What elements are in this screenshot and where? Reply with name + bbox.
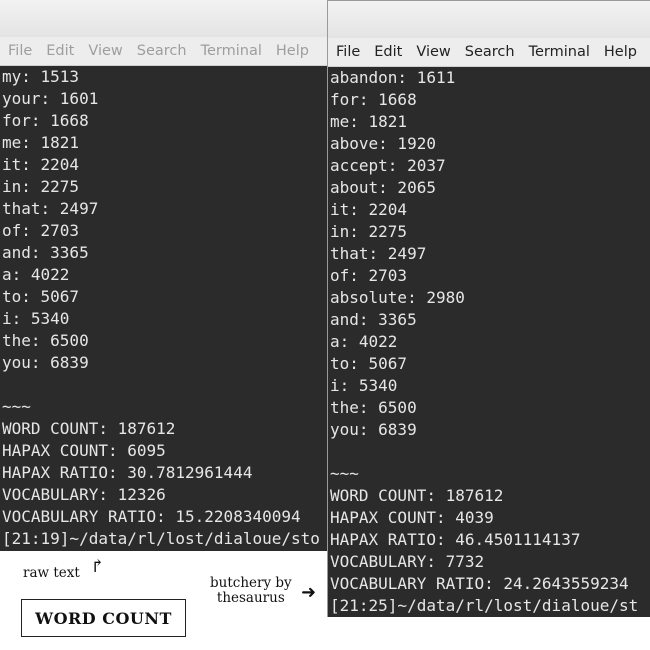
butchery-label: butchery by thesaurus [210, 576, 292, 606]
right-terminal-line: to: 5067 [330, 354, 408, 373]
right-terminal-line: above: 1920 [330, 134, 436, 153]
right-terminal-line: VOCABULARY RATIO: 24.2643559234 [330, 574, 629, 593]
left-terminal-line: that: 2497 [2, 199, 99, 218]
right-menu-edit[interactable]: Edit [374, 44, 402, 60]
right-terminal-line: HAPAX RATIO: 46.4501114137 [330, 530, 581, 549]
right-menu-terminal[interactable]: Terminal [529, 44, 590, 60]
left-menu-view[interactable]: View [88, 43, 122, 59]
right-terminal-window[interactable]: File Edit View Search Terminal Help abandon: … [327, 0, 650, 617]
left-terminal-titlebar[interactable] [0, 0, 329, 37]
left-menu-search[interactable]: Search [137, 43, 187, 59]
left-terminal-window[interactable]: File Edit View Search Terminal Help my: 1513 y… [0, 0, 329, 551]
left-terminal-line: my: 1513 [2, 67, 80, 86]
right-terminal-line: abandon: 1611 [330, 68, 456, 87]
left-terminal-line: of: 2703 [2, 221, 80, 240]
right-terminal-line: it: 2204 [330, 200, 408, 219]
left-terminal-line [2, 374, 329, 396]
right-terminal-line: of: 2703 [330, 266, 408, 285]
right-menu-help[interactable]: Help [604, 44, 637, 60]
right-terminal-line: a: 4022 [330, 332, 398, 351]
right-menu-file[interactable]: File [336, 44, 360, 60]
right-terminal-line: VOCABULARY: 7732 [330, 552, 485, 571]
left-menu-file[interactable]: File [8, 43, 32, 59]
right-terminal-line: WORD COUNT: 187612 [330, 486, 504, 505]
right-terminal-line: for: 1668 [330, 90, 417, 109]
right-terminal-line: and: 3365 [330, 310, 417, 329]
left-terminal-line: me: 1821 [2, 133, 80, 152]
left-terminal-line: it: 2204 [2, 155, 80, 174]
left-terminal-line: your: 1601 [2, 89, 99, 108]
left-terminal-line: VOCABULARY RATIO: 15.2208340094 [2, 507, 301, 526]
left-menu-help[interactable]: Help [276, 43, 309, 59]
left-terminal-line: ~~~ [2, 397, 31, 416]
left-terminal-menubar: File Edit View Search Terminal Help [0, 37, 329, 66]
right-menu-search[interactable]: Search [465, 44, 515, 60]
left-terminal-line: to: 5067 [2, 287, 80, 306]
left-menu-terminal[interactable]: Terminal [201, 43, 262, 59]
butchery-arrow-icon: ➜ [301, 582, 317, 603]
left-terminal-line: a: 4022 [2, 265, 70, 284]
left-terminal-line: VOCABULARY: 12326 [2, 485, 166, 504]
left-terminal-line: [21:19]~/data/rl/lost/dialoue/sto [2, 529, 320, 548]
left-menu-edit[interactable]: Edit [46, 43, 74, 59]
right-terminal-line: [21:25]~/data/rl/lost/dialoue/st [330, 596, 639, 615]
right-terminal-line [330, 441, 650, 463]
left-terminal-line: the: 6500 [2, 331, 89, 350]
left-terminal-line: WORD COUNT: 187612 [2, 419, 176, 438]
right-terminal-line: in: 2275 [330, 222, 408, 241]
right-terminal-line: HAPAX COUNT: 4039 [330, 508, 494, 527]
word-count-box: WORD COUNT [21, 599, 186, 637]
left-terminal-line: for: 1668 [2, 111, 89, 130]
right-terminal-line: about: 2065 [330, 178, 436, 197]
left-terminal-line: i: 5340 [2, 309, 70, 328]
left-terminal-line: and: 3365 [2, 243, 89, 262]
right-terminal-line: accept: 2037 [330, 156, 446, 175]
right-terminal-line: me: 1821 [330, 112, 408, 131]
left-terminal-line: in: 2275 [2, 177, 80, 196]
butchery-label-line1: butchery by [210, 575, 292, 591]
left-terminal-line: you: 6839 [2, 353, 89, 372]
raw-text-label: raw text [23, 565, 80, 581]
right-terminal-menubar: File Edit View Search Terminal Help [328, 38, 650, 67]
raw-text-arrow-icon: ↱ [90, 556, 106, 577]
left-terminal-line: HAPAX RATIO: 30.7812961444 [2, 463, 253, 482]
right-terminal-output[interactable]: abandon: 1611 for: 1668 me: 1821 above: 192… [328, 67, 650, 617]
right-terminal-line: you: 6839 [330, 420, 417, 439]
left-terminal-output[interactable]: my: 1513 your: 1601 for: 1668 me: 1821 it: 2… [0, 66, 329, 550]
right-terminal-line: absolute: 2980 [330, 288, 465, 307]
right-terminal-line: i: 5340 [330, 376, 398, 395]
right-terminal-titlebar[interactable] [328, 1, 650, 38]
right-terminal-line: the: 6500 [330, 398, 417, 417]
right-terminal-line: ~~~ [330, 464, 359, 483]
butchery-label-line2: thesaurus [216, 590, 285, 606]
left-terminal-line: HAPAX COUNT: 6095 [2, 441, 166, 460]
right-terminal-line: that: 2497 [330, 244, 427, 263]
right-menu-view[interactable]: View [416, 44, 450, 60]
